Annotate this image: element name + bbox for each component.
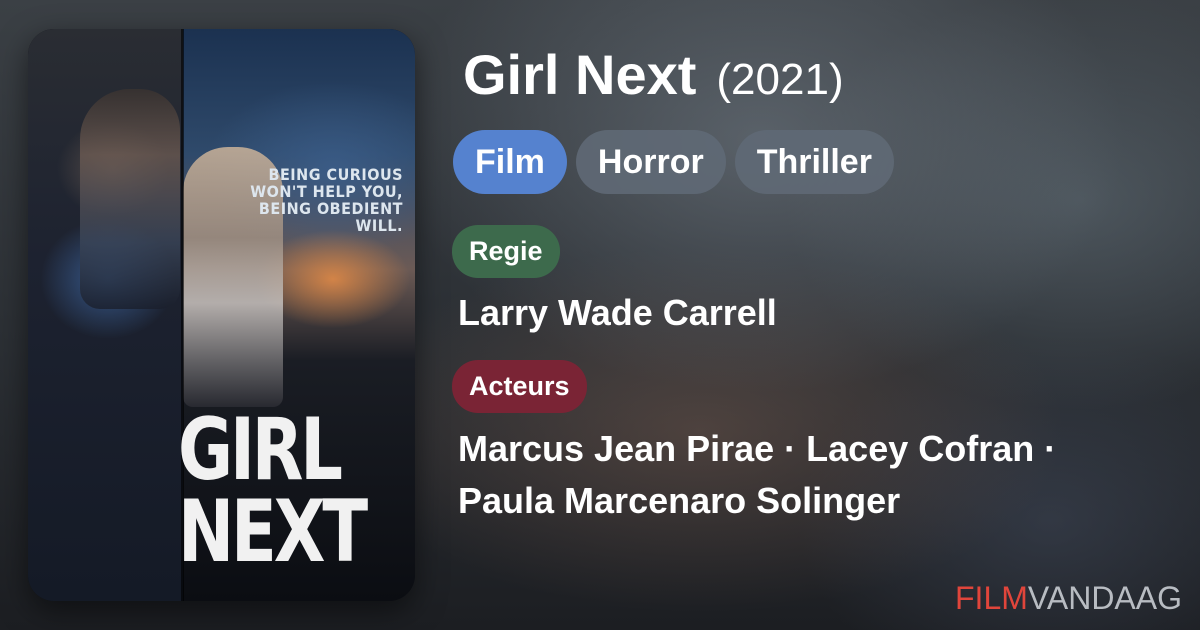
genre-tag-thriller[interactable]: Thriller <box>734 130 894 194</box>
genre-tag-horror[interactable]: Horror <box>575 130 726 194</box>
poster-title: GIRL NEXT <box>178 400 368 582</box>
site-logo[interactable]: FILMVANDAAG <box>955 580 1182 617</box>
logo-vandaag-part: VANDAAG <box>1027 580 1182 616</box>
director-name[interactable]: Larry Wade Carrell <box>458 287 777 339</box>
cast-label: Acteurs <box>452 360 587 413</box>
poster-man-figure <box>80 89 180 309</box>
movie-title: Girl Next <box>463 43 697 106</box>
cast-list: Marcus Jean Pirae · Lacey Cofran · Paula… <box>458 423 1178 527</box>
poster-tagline-line: BEING OBEDIENT <box>258 199 403 218</box>
genre-tag-film[interactable]: Film <box>453 130 567 194</box>
director-label: Regie <box>452 225 560 278</box>
movie-poster: BEING CURIOUS WON'T HELP YOU, BEING OBED… <box>28 29 415 601</box>
poster-tagline-line: WILL. <box>355 216 403 235</box>
poster-tagline-line: WON'T HELP YOU, <box>250 182 403 201</box>
genre-tags: Film Horror Thriller <box>453 130 894 194</box>
poster-title-line: NEXT <box>178 482 368 582</box>
poster-tagline-line: BEING CURIOUS <box>268 165 403 184</box>
title-row: Girl Next (2021) <box>463 42 844 107</box>
logo-film-part: FILM <box>955 580 1028 616</box>
cast-line[interactable]: Paula Marcenaro Solinger <box>458 475 1178 527</box>
poster-tagline: BEING CURIOUS WON'T HELP YOU, BEING OBED… <box>233 166 403 234</box>
movie-year: (2021) <box>716 55 844 104</box>
poster-title-line: GIRL <box>178 400 343 500</box>
cast-line[interactable]: Marcus Jean Pirae · Lacey Cofran · <box>458 423 1178 475</box>
